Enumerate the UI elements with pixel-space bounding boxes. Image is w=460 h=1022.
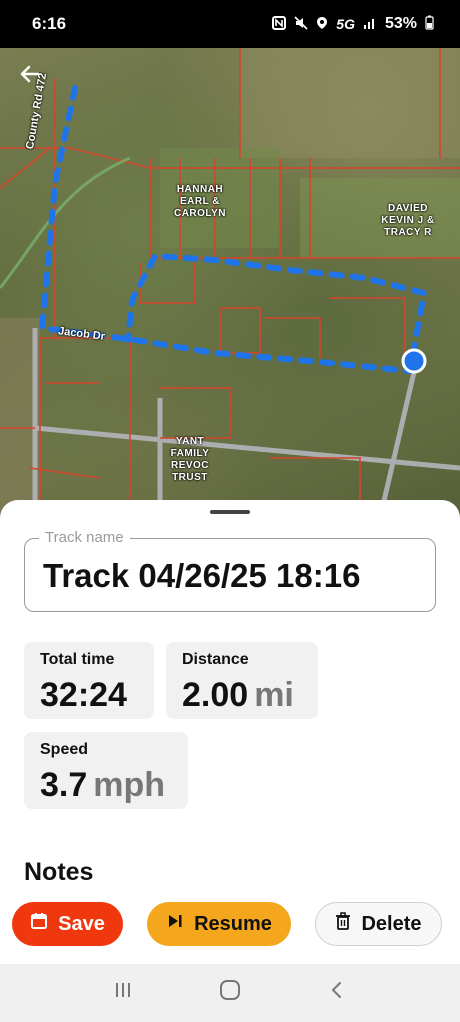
distance-value-group: 2.00 mi (182, 676, 294, 715)
back-button[interactable] (18, 62, 52, 96)
resume-play-icon (166, 912, 184, 936)
signal-icon (363, 16, 377, 33)
system-nav-bar (0, 964, 460, 1022)
total-time-card: Total time 32:24 (24, 642, 154, 719)
speed-value-group: 3.7 mph (40, 766, 165, 805)
speed-label: Speed (40, 741, 89, 758)
network-type: 5G (336, 16, 355, 32)
mute-icon (294, 15, 308, 33)
battery-level: 53% (384, 15, 417, 32)
speed-card: Speed 3.7 mph (24, 732, 188, 809)
notes-heading: Notes (24, 858, 94, 886)
save-label: Save (58, 912, 105, 935)
recent-apps-icon (116, 983, 131, 997)
parcel-label-davied: DAVIED KEVIN J & TRACY R (381, 203, 435, 238)
status-time: 6:16 (32, 14, 67, 33)
delete-button[interactable]: Delete (315, 902, 442, 946)
nfc-icon (272, 15, 287, 33)
battery-icon (425, 15, 434, 33)
calendar-icon (30, 912, 48, 936)
track-name-label: Track name (39, 529, 130, 546)
status-icons: 5G 53% (272, 15, 434, 33)
save-button[interactable]: Save (12, 902, 123, 946)
track-name-field[interactable]: Track name Track 04/26/25 18:16 (24, 529, 436, 612)
drag-handle[interactable] (210, 510, 250, 514)
back-nav-button[interactable] (317, 980, 357, 1006)
track-details-sheet: Track name Track 04/26/25 18:16 Total ti… (0, 500, 460, 964)
distance-value: 2.00 (182, 676, 249, 714)
home-icon (219, 980, 240, 1000)
speed-value: 3.7 (40, 766, 88, 804)
arrow-left-icon (20, 65, 40, 83)
trash-icon (335, 912, 351, 936)
distance-card: Distance 2.00 mi (166, 642, 318, 719)
distance-unit: mi (254, 676, 294, 714)
delete-label: Delete (361, 912, 422, 935)
speed-unit: mph (93, 766, 166, 804)
parcel-label-hannah: HANNAH EARL & CAROLYN (173, 184, 227, 219)
distance-label: Distance (182, 651, 249, 668)
resume-label: Resume (194, 912, 272, 935)
location-icon (316, 16, 328, 33)
map-overlay (0, 38, 460, 518)
status-bar: 6:16 5G 53% (0, 0, 460, 48)
parcel-label-yant: YANT FAMILY REVOC TRUST (170, 436, 210, 483)
home-button[interactable] (210, 979, 250, 1007)
total-time-value: 32:24 (40, 676, 127, 714)
current-location-marker (401, 348, 427, 374)
track-name-value[interactable]: Track 04/26/25 18:16 (43, 557, 360, 595)
resume-button[interactable]: Resume (147, 902, 291, 946)
chevron-left-icon (331, 982, 341, 998)
map-view[interactable]: County Rd 472 Jacob Dr HANNAH EARL & CAR… (0, 38, 460, 518)
recent-apps-button[interactable] (103, 980, 143, 1006)
total-time-label: Total time (40, 651, 115, 668)
